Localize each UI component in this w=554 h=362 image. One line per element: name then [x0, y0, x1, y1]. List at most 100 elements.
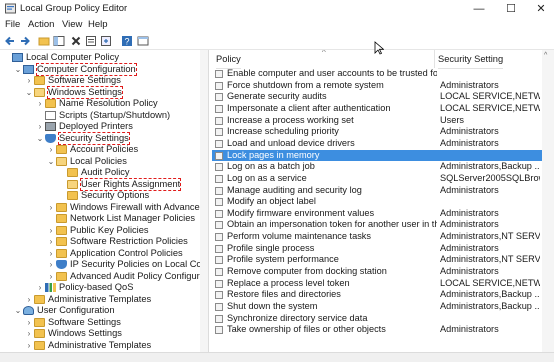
tree-item[interactable]: Network List Manager Policies: [0, 213, 200, 224]
expand-right-chevron-icon[interactable]: ›: [47, 259, 55, 270]
expand-right-chevron-icon[interactable]: ›: [36, 121, 44, 132]
policy-row[interactable]: Restore files and directories Administrat…: [212, 289, 542, 301]
tree-item[interactable]: ⌄ Computer Configuration: [0, 62, 200, 76]
expand-right-chevron-icon[interactable]: ›: [47, 225, 55, 236]
expand-right-chevron-icon[interactable]: ›: [25, 317, 33, 328]
expand-right-chevron-icon[interactable]: ›: [36, 98, 44, 109]
policy-row[interactable]: Perform volume maintenance tasks Administ…: [212, 231, 542, 243]
policy-security-setting: Administrators,Backup ...: [440, 161, 540, 172]
help-icon[interactable]: ?: [121, 35, 133, 47]
tree-item[interactable]: › Administrative Templates: [0, 294, 200, 305]
tree-item[interactable]: › IP Security Policies on Local Computer: [0, 259, 208, 270]
scroll-up-icon[interactable]: ^: [544, 52, 547, 59]
policy-row[interactable]: Profile single process Administrators: [212, 243, 542, 255]
tree-item[interactable]: › Account Policies: [0, 144, 200, 155]
expand-right-chevron-icon[interactable]: ›: [25, 328, 33, 339]
policy-icon: [215, 291, 223, 300]
menu-view[interactable]: View: [62, 19, 82, 30]
menu-action[interactable]: Action: [28, 19, 54, 30]
tree-item[interactable]: ⌄ Security Settings: [0, 131, 200, 145]
tree-item[interactable]: Local Computer Policy: [0, 52, 200, 63]
policy-row[interactable]: Load and unload device drivers Administra…: [212, 138, 542, 150]
tree-item[interactable]: User Rights Assignment: [0, 177, 200, 191]
column-divider[interactable]: [434, 50, 435, 68]
tree-item[interactable]: › Public Key Policies: [0, 225, 200, 236]
policy-row[interactable]: Lock pages in memory: [212, 149, 542, 162]
tree-item[interactable]: › Software Settings: [0, 75, 200, 86]
policy-row[interactable]: Remove computer from docking station Admi…: [212, 266, 542, 278]
expand-right-chevron-icon[interactable]: ›: [47, 271, 55, 282]
policy-row[interactable]: Obtain an impersonation token for anothe…: [212, 219, 542, 231]
policy-row[interactable]: Enable computer and user accounts to be …: [212, 68, 542, 80]
tree-item[interactable]: Scripts (Startup/Shutdown): [0, 110, 200, 121]
policy-name: Modify firmware environment values: [227, 207, 375, 218]
menu-file[interactable]: File: [5, 19, 20, 30]
policy-row[interactable]: Log on as a service SQLServer2005SQLBrow.…: [212, 173, 542, 185]
expand-down-chevron-icon[interactable]: ⌄: [25, 87, 33, 98]
policy-row[interactable]: Generate security audits LOCAL SERVICE,NE…: [212, 91, 542, 103]
policy-row[interactable]: Increase scheduling priority Administrato…: [212, 126, 542, 138]
policy-row[interactable]: Synchronize directory service data: [212, 313, 542, 325]
policy-row[interactable]: Take ownership of files or other objects…: [212, 324, 542, 336]
tree-item[interactable]: › Advanced Audit Policy Configuration: [0, 271, 208, 282]
expand-right-chevron-icon[interactable]: ›: [47, 144, 55, 155]
tree-item[interactable]: Security Options: [0, 190, 200, 201]
policy-row[interactable]: Modify an object label: [212, 196, 542, 208]
tree-item[interactable]: › Software Settings: [0, 317, 200, 328]
policy-name: Remove computer from docking station: [227, 266, 387, 277]
menu-help[interactable]: Help: [88, 19, 108, 30]
policy-row[interactable]: Log on as a batch job Administrators,Back…: [212, 161, 542, 173]
policy-row[interactable]: Modify firmware environment values Admini…: [212, 208, 542, 220]
policy-list-scrollbar[interactable]: ^: [542, 50, 554, 352]
tree-item[interactable]: › Windows Firewall with Advanced Securi: [0, 202, 208, 213]
console-icon[interactable]: [137, 35, 149, 47]
policy-row[interactable]: Shut down the system Administrators,Backu…: [212, 301, 542, 313]
folder-icon: [34, 87, 45, 97]
policy-row[interactable]: Force shutdown from a remote system Admin…: [212, 80, 542, 92]
policy-row[interactable]: Profile system performance Administrators…: [212, 254, 542, 266]
tree-item[interactable]: › Name Resolution Policy: [0, 98, 200, 109]
tree-item[interactable]: › Windows Settings: [0, 328, 200, 339]
expand-down-chevron-icon[interactable]: ⌄: [14, 305, 22, 316]
tree-item[interactable]: › Administrative Templates: [0, 340, 200, 351]
tree-item[interactable]: ⌄ Windows Settings: [0, 85, 200, 99]
tree-item[interactable]: Audit Policy: [0, 167, 200, 178]
tree-item[interactable]: › Software Restriction Policies: [0, 236, 200, 247]
column-header-security-setting[interactable]: Security Setting: [438, 50, 504, 69]
policy-row[interactable]: Replace a process level token LOCAL SERVI…: [212, 278, 542, 290]
tree-item[interactable]: ⌄ Local Policies: [0, 156, 200, 167]
up-folder-icon[interactable]: [38, 35, 50, 47]
expand-down-chevron-icon[interactable]: ⌄: [14, 64, 22, 75]
close-button[interactable]: ✕: [526, 0, 554, 18]
expand-right-chevron-icon[interactable]: ›: [47, 248, 55, 259]
maximize-button[interactable]: ☐: [496, 0, 526, 18]
policy-row[interactable]: Increase a process working set Users: [212, 115, 542, 127]
forward-arrow-icon[interactable]: [19, 35, 31, 47]
expand-right-chevron-icon[interactable]: ›: [47, 236, 55, 247]
show-hide-tree-icon[interactable]: [53, 35, 65, 47]
expand-right-chevron-icon[interactable]: ›: [25, 294, 33, 305]
column-header-policy[interactable]: Policy: [216, 50, 241, 69]
expand-down-chevron-icon[interactable]: ⌄: [36, 133, 44, 144]
policy-security-setting: Administrators: [440, 242, 499, 253]
tree-item[interactable]: ⌄ User Configuration: [0, 305, 200, 316]
export-list-icon[interactable]: [100, 35, 112, 47]
policy-icon: [215, 128, 223, 137]
policy-name: Increase a process working set: [227, 114, 354, 125]
minimize-button[interactable]: —: [464, 0, 494, 18]
expand-right-chevron-icon[interactable]: ›: [47, 202, 55, 213]
tree-scrollbar[interactable]: [200, 50, 208, 352]
policy-row[interactable]: Manage auditing and security log Administ…: [212, 185, 542, 197]
expand-right-chevron-icon[interactable]: ›: [36, 282, 44, 293]
expand-right-chevron-icon[interactable]: ›: [25, 75, 33, 86]
tree-item[interactable]: › Policy-based QoS: [0, 282, 200, 293]
expand-down-chevron-icon[interactable]: ⌄: [47, 156, 55, 167]
properties-icon[interactable]: [85, 35, 97, 47]
tree-item[interactable]: › Application Control Policies: [0, 248, 200, 259]
expand-right-chevron-icon[interactable]: ›: [25, 340, 33, 351]
delete-icon[interactable]: [70, 35, 82, 47]
back-arrow-icon[interactable]: [4, 35, 16, 47]
policy-security-setting: Administrators,NT SERVI...: [440, 254, 540, 265]
tree-item[interactable]: › Deployed Printers: [0, 121, 200, 132]
policy-row[interactable]: Impersonate a client after authenticatio…: [212, 103, 542, 115]
